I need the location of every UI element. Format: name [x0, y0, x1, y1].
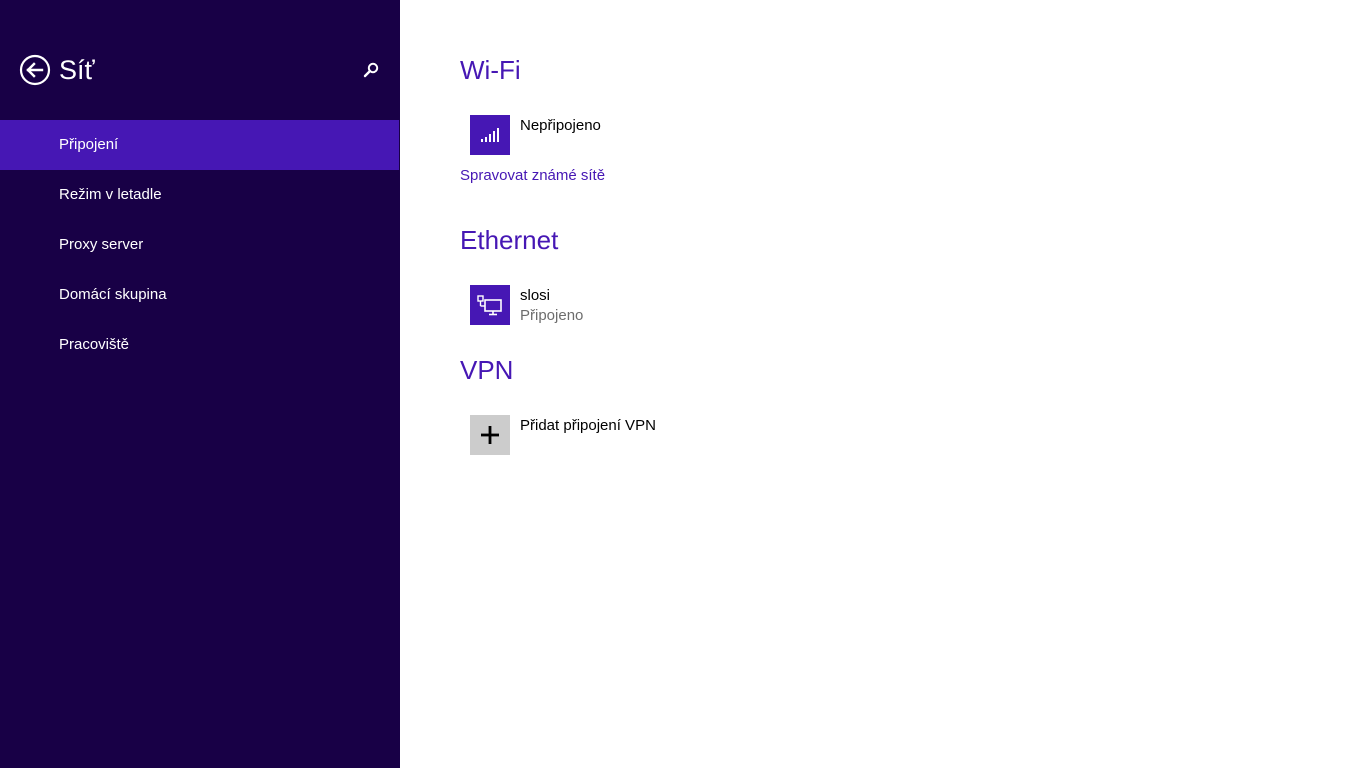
back-button[interactable]: [19, 54, 51, 86]
main-content: Wi-Fi Nepřipojeno Spravovat známé sítě E…: [400, 0, 1366, 768]
search-button[interactable]: [360, 59, 382, 81]
wifi-section-title: Wi-Fi: [460, 55, 521, 85]
sidebar-item-pracoviste[interactable]: Pracoviště: [0, 320, 400, 370]
ethernet-section-title: Ethernet: [460, 225, 559, 255]
wifi-signal-icon: [470, 115, 510, 155]
sidebar: Síť Připojení Režim v letadle Proxy serv…: [0, 0, 400, 768]
page-title: Síť: [59, 55, 95, 85]
ethernet-status: Připojeno: [520, 307, 584, 324]
add-vpn-label: Přidat připojení VPN: [520, 417, 656, 434]
sidebar-nav: Připojení Režim v letadle Proxy server D…: [0, 120, 400, 370]
sidebar-item-proxy-server[interactable]: Proxy server: [0, 220, 400, 270]
sidebar-item-rezim-v-letadle[interactable]: Režim v letadle: [0, 170, 400, 220]
sidebar-header: Síť: [0, 0, 400, 120]
ethernet-network-icon: [470, 285, 510, 325]
sidebar-item-pripojeni[interactable]: Připojení: [0, 120, 399, 170]
sidebar-item-domaci-skupina[interactable]: Domácí skupina: [0, 270, 400, 320]
vpn-section-title: VPN: [460, 355, 514, 385]
back-arrow-circle-icon: [19, 54, 51, 86]
search-icon: [363, 62, 379, 78]
manage-known-networks-link[interactable]: Spravovat známé sítě: [460, 166, 605, 186]
plus-icon: [470, 415, 510, 455]
ethernet-network-name: slosi: [520, 287, 551, 304]
wifi-status: Nepřipojeno: [520, 117, 601, 134]
network-settings-app: Síť Připojení Režim v letadle Proxy serv…: [0, 0, 1366, 768]
